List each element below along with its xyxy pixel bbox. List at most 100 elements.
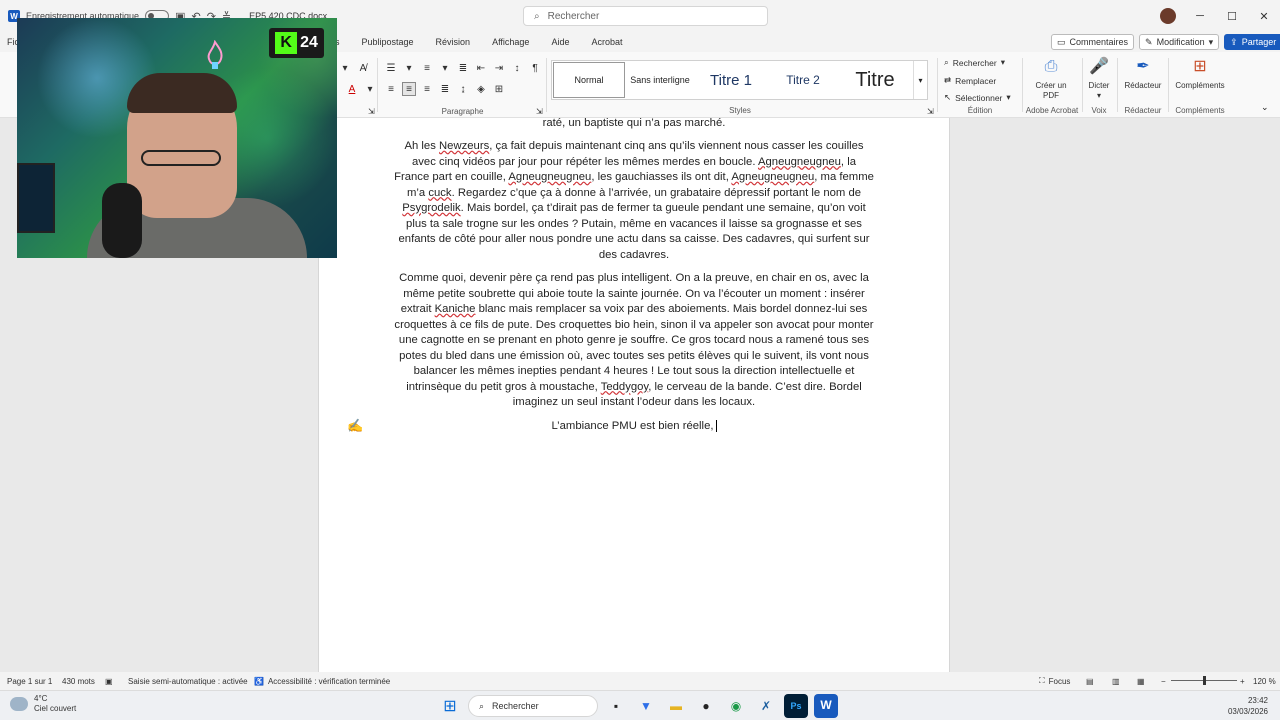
tab-view[interactable]: Affichage (481, 37, 540, 47)
app-x-icon[interactable]: ✗ (754, 694, 778, 718)
align-right-icon[interactable]: ≡ (420, 82, 434, 96)
vpn-app-icon[interactable]: ▼ (634, 694, 658, 718)
replace-button[interactable]: ⇄ Remplacer (944, 75, 996, 86)
style-title[interactable]: Titre (839, 62, 911, 98)
select-button[interactable]: ↖ Sélectionner ▾ (944, 92, 1011, 103)
task-view-icon[interactable]: ▪ (604, 694, 628, 718)
shading-icon[interactable]: ◈ (474, 82, 488, 96)
misspelled-word[interactable]: Psygrodelik (402, 202, 460, 214)
close-icon[interactable]: ✕ (1248, 0, 1280, 32)
photoshop-icon[interactable]: Ps (784, 694, 808, 718)
line-spacing-icon[interactable]: ↨ (456, 82, 470, 96)
minimize-icon[interactable]: ─ (1184, 0, 1216, 32)
tab-acrobat[interactable]: Acrobat (580, 37, 633, 47)
borders-icon[interactable]: ⊞ (492, 82, 506, 96)
bullets-icon[interactable]: ☰ (384, 61, 398, 75)
misspelled-word[interactable]: Newzeurs (439, 140, 489, 152)
proofing-icon[interactable]: ▣ (105, 677, 113, 686)
title-search-box[interactable]: ⌕ Rechercher (523, 6, 768, 26)
file-explorer-icon[interactable]: ▬ (664, 694, 688, 718)
print-layout-icon[interactable]: ▥ (1112, 677, 1120, 686)
read-mode-icon[interactable]: ▤ (1086, 677, 1094, 686)
system-clock[interactable]: 23:42 03/03/2026 (1228, 695, 1268, 717)
chevron-down-icon[interactable]: ▾ (402, 61, 416, 75)
styles-label: Styles (729, 106, 751, 115)
clear-format-icon[interactable]: A̸ (356, 61, 370, 75)
align-left-icon[interactable]: ≡ (384, 82, 398, 96)
paragraph-0[interactable]: raté, un baptiste qui n’a pas marché. (393, 116, 875, 132)
style-normal[interactable]: Normal (553, 62, 625, 98)
obs-icon[interactable]: ● (694, 694, 718, 718)
styles-more-icon[interactable]: ▾ (913, 61, 927, 99)
tab-mailings[interactable]: Publipostage (351, 37, 425, 47)
maximize-icon[interactable]: ☐ (1216, 0, 1248, 32)
collapse-ribbon-icon[interactable]: ⌄ (1261, 102, 1269, 113)
paragraph-launcher-icon[interactable]: ⇲ (536, 107, 543, 116)
misspelled-word[interactable]: Teddygoy (601, 381, 649, 393)
addins-button[interactable]: ⊞ Compléments (1172, 56, 1228, 91)
search-icon: ⌕ (534, 10, 540, 22)
style-heading-2[interactable]: Titre 2 (767, 62, 839, 98)
editing-mode-button[interactable]: ✎ Modification ▾ (1139, 34, 1220, 50)
editor-button[interactable]: ✒ Rédacteur (1122, 56, 1164, 91)
editor-pen-icon[interactable]: ✍ (347, 418, 363, 434)
numbering-icon[interactable]: ≡ (420, 61, 434, 75)
taskbar-search[interactable]: ⌕ Rechercher (468, 695, 598, 717)
zoom-in-icon[interactable]: + (1240, 677, 1245, 686)
misspelled-word[interactable]: cuck (428, 187, 451, 199)
word-taskbar-icon[interactable]: W (814, 694, 838, 718)
webcam-overlay: K 24 (17, 18, 337, 258)
style-heading-1[interactable]: Titre 1 (695, 62, 767, 98)
tab-help[interactable]: Aide (540, 37, 580, 47)
chrome-icon[interactable]: ◉ (724, 694, 748, 718)
multilevel-list-icon[interactable]: ≣ (456, 61, 470, 75)
zoom-level[interactable]: 120 % (1253, 677, 1276, 686)
chevron-down-icon[interactable]: ▾ (363, 82, 377, 96)
sort-icon[interactable]: ↕ (510, 61, 524, 75)
styles-gallery[interactable]: Normal Sans interligne Titre 1 Titre 2 T… (551, 60, 928, 100)
paragraph-3[interactable]: L’ambiance PMU est bien réelle, (393, 419, 875, 435)
create-pdf-button[interactable]: ⎙ Créer un PDF (1030, 56, 1072, 101)
pencil-icon: ✎ (1145, 36, 1153, 47)
decrease-indent-icon[interactable]: ⇤ (474, 61, 488, 75)
misspelled-word[interactable]: Agneugneugneu (731, 171, 814, 183)
user-avatar[interactable] (1160, 8, 1176, 24)
styles-launcher-icon[interactable]: ⇲ (927, 107, 934, 116)
pdf-icon: ⎙ (1044, 58, 1058, 75)
style-no-spacing[interactable]: Sans interligne (625, 62, 695, 98)
misspelled-word[interactable]: Kaniche (435, 303, 476, 315)
align-center-icon[interactable]: ≡ (402, 82, 416, 96)
tab-review[interactable]: Révision (425, 37, 482, 47)
focus-button[interactable]: ⛶ Focus (1039, 676, 1070, 686)
comments-button[interactable]: ▭ Commentaires (1051, 34, 1135, 50)
windows-start-icon[interactable]: ⊞ (438, 694, 462, 718)
paragraph-2[interactable]: Comme quoi, devenir père ça rend pas plu… (393, 271, 875, 411)
cloud-icon (10, 697, 28, 711)
tab-layout-partial[interactable]: s (335, 37, 351, 47)
font-launcher-icon[interactable]: ⇲ (368, 107, 375, 116)
font-color-icon[interactable]: A (345, 82, 359, 96)
kick-badge-number: 24 (300, 34, 318, 51)
find-button[interactable]: ⌕ Rechercher ▾ (944, 57, 1005, 68)
paragraph-1[interactable]: Ah les Newzeurs, ça fait depuis maintena… (393, 139, 875, 263)
misspelled-word[interactable]: Agneugneugneu (758, 156, 841, 168)
increase-indent-icon[interactable]: ⇥ (492, 61, 506, 75)
word-count[interactable]: 430 mots (62, 677, 95, 686)
web-layout-icon[interactable]: ▦ (1137, 677, 1145, 686)
page-count[interactable]: Page 1 sur 1 (7, 677, 52, 686)
status-bar: Page 1 sur 1 430 mots ▣ Saisie semi-auto… (0, 672, 1280, 690)
zoom-slider-thumb[interactable] (1203, 676, 1206, 685)
accessibility-status[interactable]: ♿ Accessibilité : vérification terminée (254, 677, 390, 686)
misspelled-word[interactable]: Agneugneugneu (508, 171, 591, 183)
dropdown-icon[interactable]: ▾ (338, 61, 352, 75)
share-button[interactable]: ⇪ Partager ▾ (1224, 34, 1280, 50)
justify-icon[interactable]: ≣ (438, 82, 452, 96)
zoom-out-icon[interactable]: − (1161, 677, 1166, 686)
cursor-icon: ↖ (944, 92, 952, 102)
autocomplete-status[interactable]: Saisie semi-automatique : activée (128, 677, 248, 686)
weather-widget[interactable]: 4°C Ciel couvert (10, 694, 76, 714)
dictate-button[interactable]: 🎤 Dicter ▾ (1086, 56, 1112, 101)
voice-group-label: Voix (1091, 106, 1107, 115)
pilcrow-icon[interactable]: ¶ (528, 61, 542, 75)
chevron-down-icon[interactable]: ▾ (438, 61, 452, 75)
